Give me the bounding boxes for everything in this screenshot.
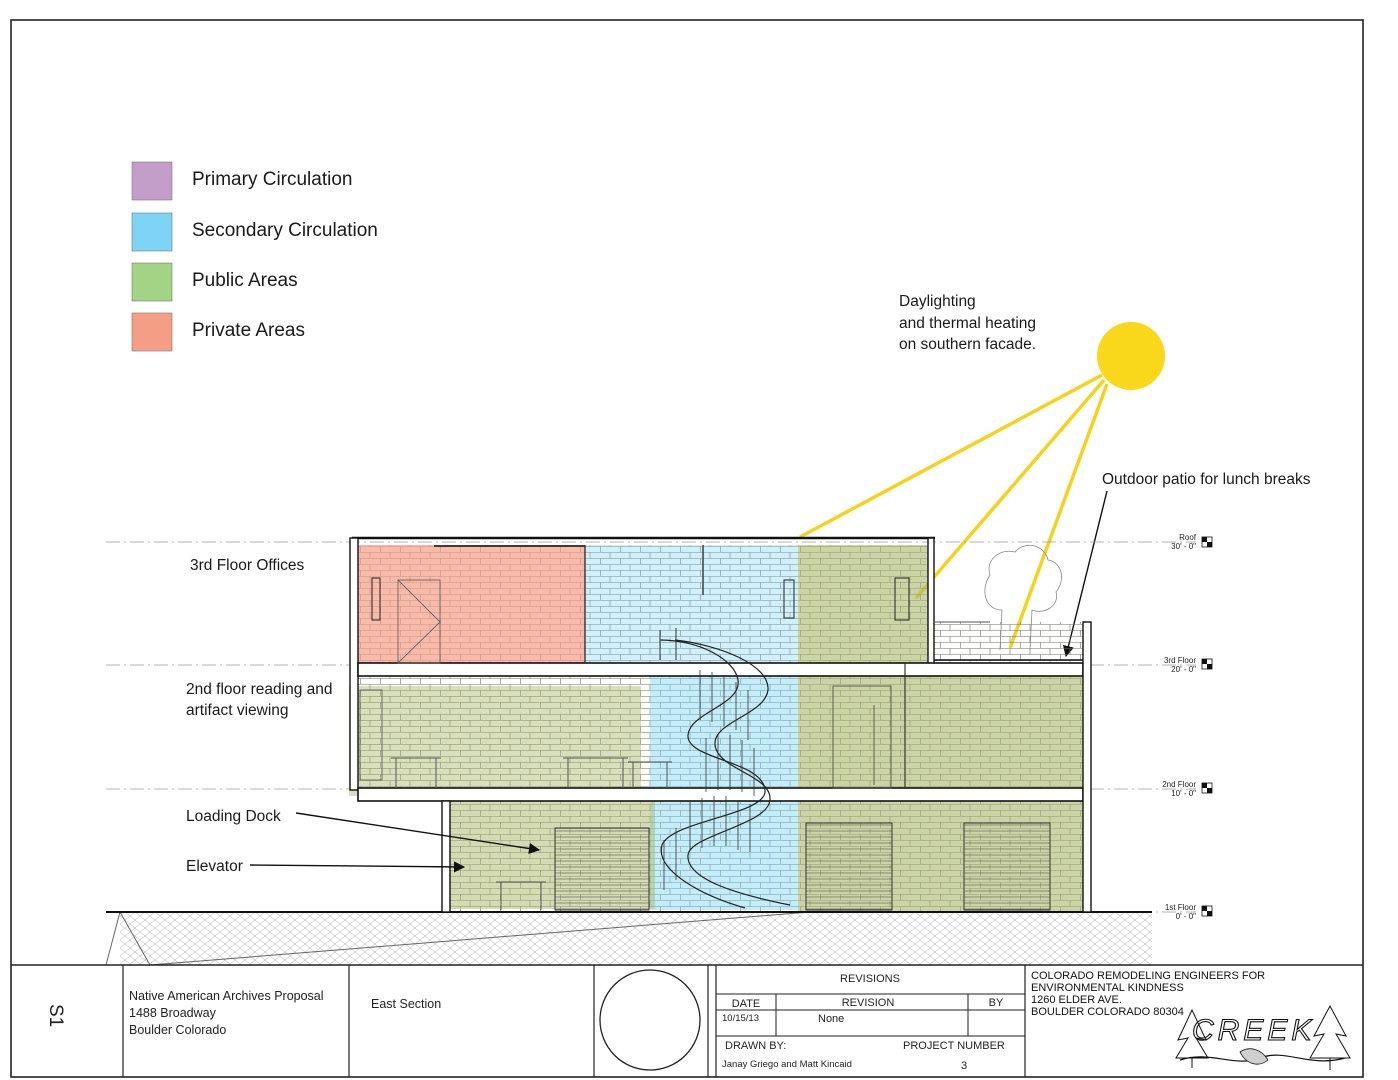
level-marker-roof-icon <box>1201 536 1213 548</box>
level-tag-3rd-floor-elev: 20' - 0" <box>1171 665 1196 674</box>
project-city: Boulder Colorado <box>129 1023 226 1037</box>
project-address: 1488 Broadway <box>129 1006 217 1020</box>
patio-note: Outdoor patio for lunch breaks <box>1102 471 1311 488</box>
daylighting-note-line-2: and thermal heating <box>899 315 1036 332</box>
level-tag-roof-name: Roof <box>1179 533 1197 542</box>
legend-swatch-private-areas <box>131 312 173 352</box>
drawn-by-label: DRAWN BY: <box>725 1040 786 1052</box>
creek-logo-stream <box>1239 1048 1269 1065</box>
garage-door-2 <box>963 822 1051 911</box>
zone-private-3rd-offices <box>358 545 585 663</box>
loading-dock-door <box>554 827 650 911</box>
firm-line-4: BOULDER COLORADO 80304 <box>1031 1006 1184 1018</box>
daylighting-note-line-3: on southern facade. <box>899 336 1036 353</box>
firm-line-3: 1260 ELDER AVE. <box>1031 994 1122 1006</box>
north-arrow-circle <box>599 969 701 1071</box>
zone-public-2nd-east <box>798 676 1083 788</box>
east-wall-3rd <box>927 537 935 665</box>
ground <box>105 911 1152 966</box>
second-floor-label-line-2: artifact viewing <box>186 702 289 719</box>
elevator-label: Elevator <box>186 858 243 875</box>
creek-logo: CREEK <box>1175 1004 1351 1070</box>
rev-date-value: 10/15/13 <box>722 1013 759 1024</box>
garage-door-1 <box>805 822 893 911</box>
legend: Primary Circulation Secondary Circulatio… <box>131 161 378 352</box>
level-tag-3rd-floor: 3rd Floor 20' - 0" <box>1164 656 1213 674</box>
level-marker-3rd-floor-icon <box>1201 658 1213 670</box>
level-marker-1st-floor-icon <box>1201 905 1213 917</box>
daylighting-note-line-1: Daylighting <box>899 293 976 310</box>
level-tag-2nd-floor-elev: 10' - 0" <box>1171 789 1196 798</box>
sun-ray-1 <box>799 373 1103 539</box>
creek-logo-text: CREEK <box>1192 1014 1315 1047</box>
rev-revision-label: REVISION <box>842 997 895 1009</box>
slab-2nd-floor <box>357 787 1084 802</box>
east-section-sheet: Primary Circulation Secondary Circulatio… <box>10 19 1364 1078</box>
legend-swatch-public-areas <box>131 262 173 302</box>
level-marker-2nd-floor-icon <box>1201 782 1213 794</box>
legend-label-primary-circulation: Primary Circulation <box>192 169 352 190</box>
project-name: Native American Archives Proposal <box>129 989 324 1003</box>
project-number-label: PROJECT NUMBER <box>903 1040 1005 1052</box>
west-wall-ground <box>441 800 451 913</box>
sheet-number: S1 <box>45 1004 66 1027</box>
level-tag-2nd-floor-name: 2nd Floor <box>1162 780 1196 789</box>
daylighting-note: Daylighting and thermal heating on south… <box>899 293 1040 353</box>
project-number-value: 3 <box>961 1060 967 1072</box>
level-tag-roof: Roof 30' - 0" <box>1171 533 1213 551</box>
rev-revision-value: None <box>818 1013 844 1025</box>
elevator-arrow <box>249 861 466 873</box>
level-tag-roof-elev: 30' - 0" <box>1171 542 1196 551</box>
rev-date-label: DATE <box>732 998 761 1010</box>
third-floor-offices-label: 3rd Floor Offices <box>190 557 305 574</box>
slab-3rd-floor <box>357 662 1084 677</box>
firm-line-2: ENVIRONMENTAL KINDNESS <box>1031 982 1184 994</box>
second-floor-label-line-1: 2nd floor reading and <box>186 681 333 698</box>
zone-public-2nd-west <box>349 686 641 796</box>
firm-line-1: COLORADO REMODELING ENGINEERS FOR <box>1031 970 1265 982</box>
sun-ray-3 <box>1008 383 1109 649</box>
sun-ray-2 <box>914 378 1106 600</box>
legend-label-private-areas: Private Areas <box>192 320 305 341</box>
second-floor-label: 2nd floor reading and artifact viewing <box>186 681 337 719</box>
drawn-by-value: Janay Griego and Matt Kincaid <box>722 1059 852 1070</box>
legend-swatch-primary-circulation <box>131 161 173 201</box>
level-tag-3rd-floor-name: 3rd Floor <box>1164 656 1196 665</box>
rev-by-label: BY <box>989 997 1004 1009</box>
level-tag-1st-floor-elev: 0' - 0" <box>1176 912 1197 921</box>
building-section <box>349 536 1092 913</box>
loading-dock-label: Loading Dock <box>186 808 281 825</box>
title-block: S1 Native American Archives Proposal 148… <box>11 964 1363 1077</box>
revisions-header: REVISIONS <box>840 973 900 985</box>
brick-parapet <box>934 622 1084 664</box>
legend-label-secondary-circulation: Secondary Circulation <box>192 220 378 241</box>
east-wall-full <box>1082 621 1092 913</box>
sun-icon <box>1097 322 1165 390</box>
legend-swatch-secondary-circulation <box>131 212 173 252</box>
ground-fill <box>120 912 1152 965</box>
drawing-title: East Section <box>371 997 441 1011</box>
west-wall-upper <box>349 537 359 791</box>
legend-label-public-areas: Public Areas <box>192 270 298 291</box>
level-tag-1st-floor-name: 1st Floor <box>1165 903 1196 912</box>
zone-secondary-3rd <box>585 545 798 663</box>
